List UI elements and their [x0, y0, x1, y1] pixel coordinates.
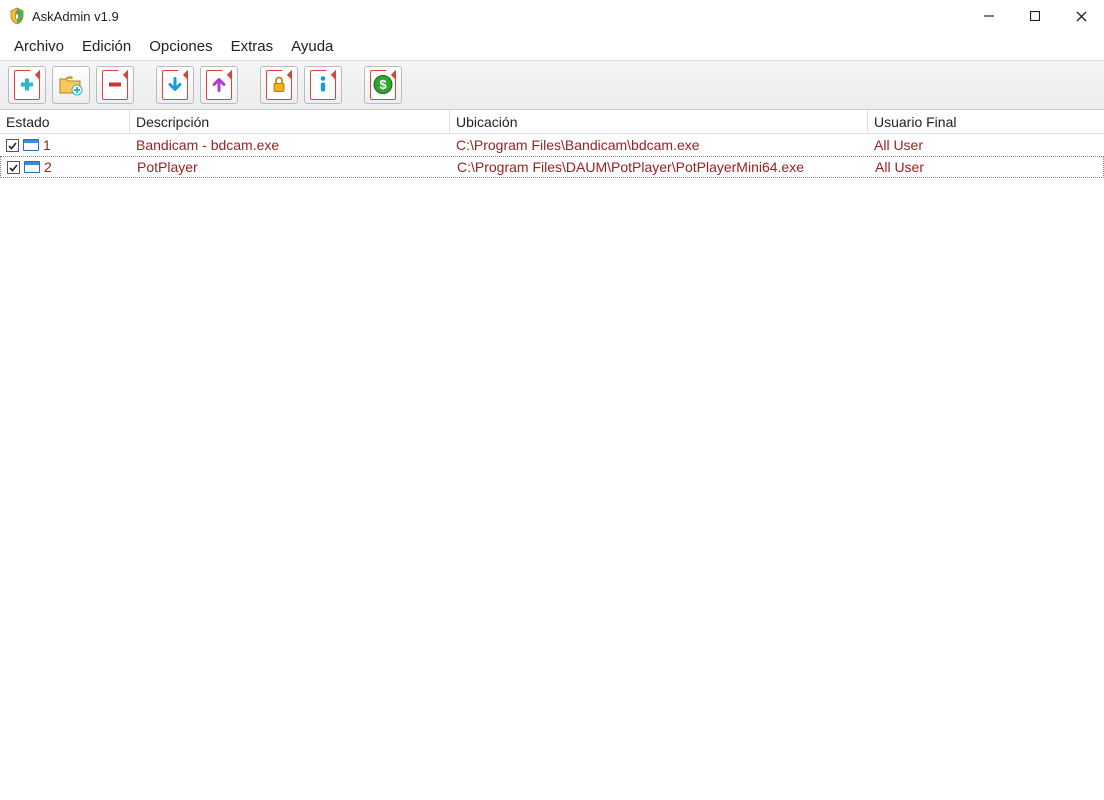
close-button[interactable] — [1058, 0, 1104, 32]
remove-icon — [102, 70, 128, 100]
toolbar: $ — [0, 60, 1104, 110]
column-header-usuario-final[interactable]: Usuario Final — [868, 110, 1104, 133]
menu-extras[interactable]: Extras — [223, 36, 282, 57]
add-file-icon — [14, 70, 40, 100]
column-header-descripcion[interactable]: Descripción — [130, 110, 450, 133]
menu-ayuda[interactable]: Ayuda — [283, 36, 341, 57]
row-location: C:\Program Files\Bandicam\bdcam.exe — [456, 137, 700, 153]
app-window-icon — [23, 139, 39, 151]
arrow-up-icon — [206, 70, 232, 100]
column-header-estado[interactable]: Estado — [0, 110, 130, 133]
lock-button[interactable] — [260, 66, 298, 104]
row-user: All User — [874, 137, 923, 153]
checkbox[interactable] — [7, 161, 20, 174]
row-user: All User — [875, 159, 924, 175]
row-index: 2 — [44, 159, 52, 175]
info-icon — [310, 70, 336, 100]
row-description: PotPlayer — [137, 159, 198, 175]
menu-bar: Archivo Edición Opciones Extras Ayuda — [0, 32, 1104, 60]
remove-button[interactable] — [96, 66, 134, 104]
row-location: C:\Program Files\DAUM\PotPlayer\PotPlaye… — [457, 159, 804, 175]
row-index: 1 — [43, 137, 51, 153]
add-folder-button[interactable] — [52, 66, 90, 104]
lock-icon — [266, 70, 292, 100]
dollar-icon: $ — [370, 70, 396, 100]
menu-archivo[interactable]: Archivo — [6, 36, 72, 57]
table-row[interactable]: 1 Bandicam - bdcam.exe C:\Program Files\… — [0, 134, 1104, 156]
table-row[interactable]: 2 PotPlayer C:\Program Files\DAUM\PotPla… — [0, 156, 1104, 178]
column-header-ubicacion[interactable]: Ubicación — [450, 110, 868, 133]
window-controls — [966, 0, 1104, 32]
list-body: 1 Bandicam - bdcam.exe C:\Program Files\… — [0, 134, 1104, 178]
svg-text:$: $ — [379, 77, 387, 92]
app-icon — [8, 7, 26, 25]
title-bar: AskAdmin v1.9 — [0, 0, 1104, 32]
minimize-button[interactable] — [966, 0, 1012, 32]
add-file-button[interactable] — [8, 66, 46, 104]
info-button[interactable] — [304, 66, 342, 104]
menu-edicion[interactable]: Edición — [74, 36, 139, 57]
maximize-button[interactable] — [1012, 0, 1058, 32]
window-title: AskAdmin v1.9 — [32, 9, 119, 24]
row-description: Bandicam - bdcam.exe — [136, 137, 279, 153]
app-window-icon — [24, 161, 40, 173]
menu-opciones[interactable]: Opciones — [141, 36, 220, 57]
arrow-down-icon — [162, 70, 188, 100]
import-button[interactable] — [156, 66, 194, 104]
donate-button[interactable]: $ — [364, 66, 402, 104]
checkbox[interactable] — [6, 139, 19, 152]
export-button[interactable] — [200, 66, 238, 104]
list-header: Estado Descripción Ubicación Usuario Fin… — [0, 110, 1104, 134]
add-folder-icon — [57, 70, 85, 101]
